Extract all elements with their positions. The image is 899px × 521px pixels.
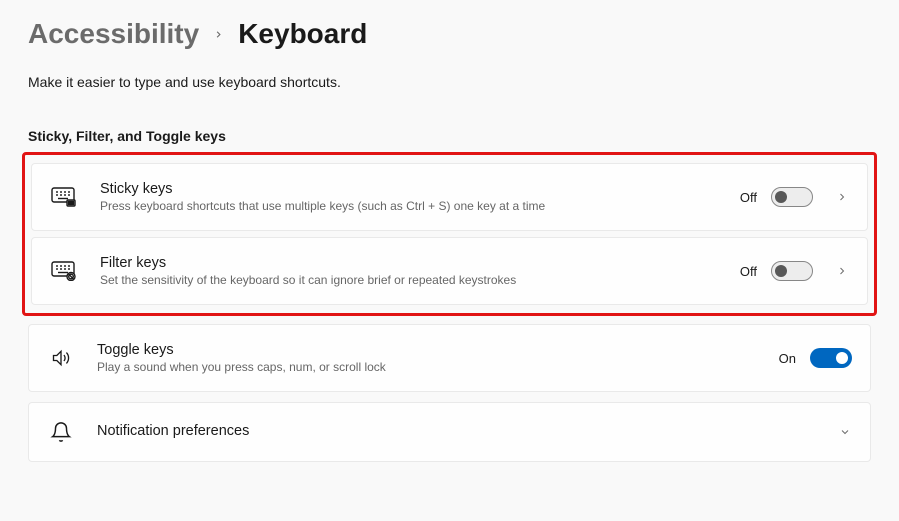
chevron-right-icon[interactable] bbox=[835, 190, 849, 204]
filter-keys-toggle[interactable] bbox=[771, 261, 813, 281]
toggle-keys-toggle[interactable] bbox=[810, 348, 852, 368]
sticky-keys-title: Sticky keys bbox=[100, 181, 718, 197]
breadcrumb-parent[interactable]: Accessibility bbox=[28, 18, 199, 50]
keyboard-sticky-icon bbox=[50, 185, 78, 209]
page-title: Keyboard bbox=[238, 18, 367, 50]
filter-keys-row[interactable]: Filter keys Set the sensitivity of the k… bbox=[31, 237, 868, 305]
toggle-keys-state-label: On bbox=[779, 351, 796, 366]
notification-preferences-row[interactable]: Notification preferences bbox=[28, 402, 871, 462]
filter-keys-title: Filter keys bbox=[100, 255, 718, 271]
sticky-keys-state-label: Off bbox=[740, 190, 757, 205]
keyboard-filter-icon bbox=[50, 259, 78, 283]
page-subtitle: Make it easier to type and use keyboard … bbox=[28, 74, 871, 90]
sticky-keys-row[interactable]: Sticky keys Press keyboard shortcuts tha… bbox=[31, 163, 868, 231]
speaker-icon bbox=[47, 346, 75, 370]
bell-icon bbox=[47, 420, 75, 444]
chevron-right-icon bbox=[213, 24, 224, 45]
filter-keys-desc: Set the sensitivity of the keyboard so i… bbox=[100, 273, 718, 287]
chevron-right-icon[interactable] bbox=[835, 264, 849, 278]
notification-preferences-title: Notification preferences bbox=[97, 423, 808, 439]
chevron-down-icon[interactable] bbox=[838, 425, 852, 439]
toggle-keys-title: Toggle keys bbox=[97, 342, 757, 358]
highlight-annotation: Sticky keys Press keyboard shortcuts tha… bbox=[22, 152, 877, 316]
sticky-keys-toggle[interactable] bbox=[771, 187, 813, 207]
breadcrumb: Accessibility Keyboard bbox=[28, 0, 871, 74]
section-title: Sticky, Filter, and Toggle keys bbox=[28, 128, 871, 144]
toggle-keys-row[interactable]: Toggle keys Play a sound when you press … bbox=[28, 324, 871, 392]
filter-keys-state-label: Off bbox=[740, 264, 757, 279]
sticky-keys-desc: Press keyboard shortcuts that use multip… bbox=[100, 199, 718, 213]
toggle-keys-desc: Play a sound when you press caps, num, o… bbox=[97, 360, 757, 374]
